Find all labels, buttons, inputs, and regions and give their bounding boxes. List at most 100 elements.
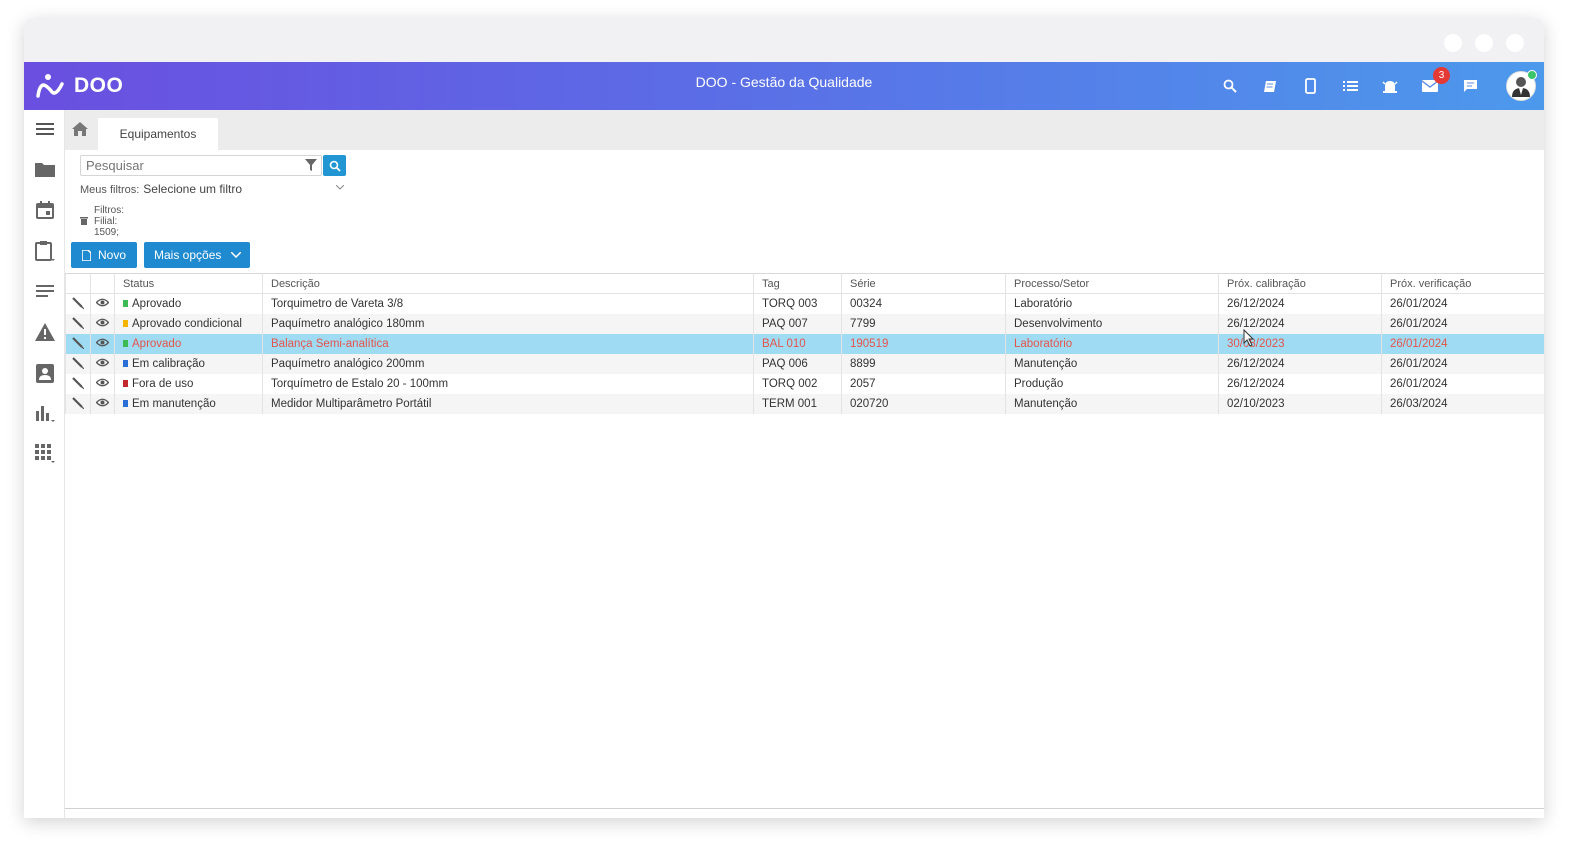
status-indicator — [123, 300, 128, 308]
col-header[interactable]: Próx. calibração — [1218, 273, 1382, 294]
status-indicator — [123, 380, 128, 388]
table-row[interactable]: Aprovado Torquimetro de Vareta 3/8 TORQ 00… — [65, 293, 1544, 314]
status-indicator — [123, 340, 128, 348]
cell-descricao: Medidor Multiparâmetro Portátil — [262, 394, 754, 414]
edit-icon[interactable] — [65, 334, 91, 354]
contact-icon[interactable] — [34, 362, 56, 384]
cell-calibracao: 02/10/2023 — [1218, 394, 1382, 414]
eye-icon[interactable] — [90, 394, 115, 414]
online-indicator — [1527, 70, 1537, 80]
cell-serie: 8899 — [841, 354, 1006, 374]
tab-equipamentos[interactable]: Equipamentos — [98, 118, 218, 150]
edit-icon[interactable] — [65, 394, 91, 414]
edit-icon[interactable] — [65, 374, 91, 394]
status-cell: Em calibração — [114, 354, 263, 374]
more-options-button[interactable]: Mais opções — [144, 242, 250, 268]
cell-processo: Manutenção — [1005, 354, 1219, 374]
cell-serie: 00324 — [841, 293, 1006, 314]
window-chrome — [24, 18, 1544, 62]
cell-verificacao: 26/01/2024 — [1381, 314, 1544, 334]
table-header: Status Descrição Tag Série Processo/Seto… — [65, 273, 1544, 294]
home-icon[interactable] — [71, 121, 91, 141]
bell-alarm-icon[interactable] — [1380, 76, 1400, 96]
search-button[interactable] — [323, 155, 346, 176]
col-header[interactable]: Processo/Setor — [1005, 273, 1219, 294]
tabs-bar: Equipamentos — [65, 110, 1544, 150]
horizontal-scrollbar[interactable] — [65, 808, 1544, 809]
header-actions: 3 — [1220, 67, 1480, 96]
my-filters-select[interactable]: Selecione um filtro — [143, 182, 242, 196]
search-icon — [329, 160, 341, 172]
list-icon[interactable] — [1340, 76, 1360, 96]
bar-chart-icon[interactable] — [34, 402, 56, 424]
active-filters: Filtros: Filial: 1509; — [80, 205, 124, 238]
my-filters[interactable]: Meus filtros: Selecione um filtro — [80, 182, 242, 196]
cell-verificacao: 26/01/2024 — [1381, 334, 1544, 354]
status-cell: Aprovado — [114, 334, 263, 354]
window-maximize-button[interactable] — [1475, 34, 1493, 52]
col-header[interactable]: Descrição — [262, 273, 754, 294]
filter-icon[interactable] — [305, 159, 317, 174]
status-cell: Em manutenção — [114, 394, 263, 414]
apps-grid-icon[interactable] — [34, 443, 56, 465]
table-row[interactable]: Aprovado Balança Semi-analítica BAL 010 190… — [65, 334, 1544, 354]
cell-descricao: Paquímetro analógico 180mm — [262, 314, 754, 334]
cell-descricao: Torquímetro de Estalo 20 - 100mm — [262, 374, 754, 394]
status-indicator — [123, 400, 128, 408]
cell-calibracao: 26/12/2024 — [1218, 354, 1382, 374]
window-minimize-button[interactable] — [1444, 34, 1462, 52]
new-button[interactable]: Novo — [71, 242, 137, 268]
folder-icon[interactable] — [34, 158, 56, 180]
chevron-down-icon[interactable] — [335, 182, 345, 193]
warning-icon[interactable] — [34, 321, 56, 343]
cell-tag: PAQ 007 — [753, 314, 842, 334]
cell-processo: Desenvolvimento — [1005, 314, 1219, 334]
eye-icon[interactable] — [90, 354, 115, 374]
mail-icon[interactable]: 3 — [1420, 67, 1450, 96]
status-cell: Fora de uso — [114, 374, 263, 394]
cell-serie: 190519 — [841, 334, 1006, 354]
col-header[interactable]: Próx. verificação — [1381, 273, 1544, 294]
table-row[interactable]: Aprovado condicional Paquímetro analógico… — [65, 314, 1544, 334]
cell-descricao: Balança Semi-analítica — [262, 334, 754, 354]
eye-icon[interactable] — [90, 374, 115, 394]
lines-icon[interactable] — [34, 280, 56, 302]
search-input[interactable] — [80, 155, 322, 176]
search-icon[interactable] — [1220, 76, 1240, 96]
cell-tag: TORQ 003 — [753, 293, 842, 314]
table-row[interactable]: Em calibração Paquímetro analógico 200mm P… — [65, 354, 1544, 374]
clipboard-icon[interactable] — [34, 240, 56, 262]
cell-tag: PAQ 006 — [753, 354, 842, 374]
col-header[interactable]: Status — [114, 273, 263, 294]
equipment-table: Status Descrição Tag Série Processo/Seto… — [65, 273, 1544, 414]
edit-icon[interactable] — [65, 314, 91, 334]
cell-verificacao: 26/01/2024 — [1381, 374, 1544, 394]
app-window: DOO DOO - Gestão da Qualidade 3 Equipame… — [24, 18, 1544, 818]
calendar-icon[interactable] — [34, 199, 56, 221]
mobile-icon[interactable] — [1300, 76, 1320, 96]
cell-processo: Manutenção — [1005, 394, 1219, 414]
user-avatar[interactable] — [1506, 70, 1537, 101]
status-text: Aprovado — [132, 298, 182, 310]
eye-icon[interactable] — [90, 334, 115, 354]
trash-icon[interactable] — [80, 216, 88, 228]
book-icon[interactable] — [1260, 76, 1280, 96]
col-header[interactable]: Série — [841, 273, 1006, 294]
eye-icon[interactable] — [90, 314, 115, 334]
edit-icon[interactable] — [65, 293, 91, 314]
chat-icon[interactable] — [1460, 76, 1480, 96]
window-close-button[interactable] — [1506, 34, 1524, 52]
chevron-down-icon — [231, 252, 242, 258]
table-row[interactable]: Fora de uso Torquímetro de Estalo 20 - 10… — [65, 374, 1544, 394]
my-filters-label: Meus filtros: — [80, 184, 140, 196]
top-header: DOO DOO - Gestão da Qualidade 3 — [24, 62, 1544, 110]
col-header[interactable]: Tag — [753, 273, 842, 294]
status-indicator — [123, 320, 128, 328]
cell-tag: TORQ 002 — [753, 374, 842, 394]
eye-icon[interactable] — [90, 293, 115, 314]
col-edit — [65, 273, 91, 294]
table-row[interactable]: Em manutenção Medidor Multiparâmetro Port… — [65, 394, 1544, 414]
edit-icon[interactable] — [65, 354, 91, 374]
cell-processo: Laboratório — [1005, 293, 1219, 314]
menu-icon[interactable] — [34, 118, 56, 140]
